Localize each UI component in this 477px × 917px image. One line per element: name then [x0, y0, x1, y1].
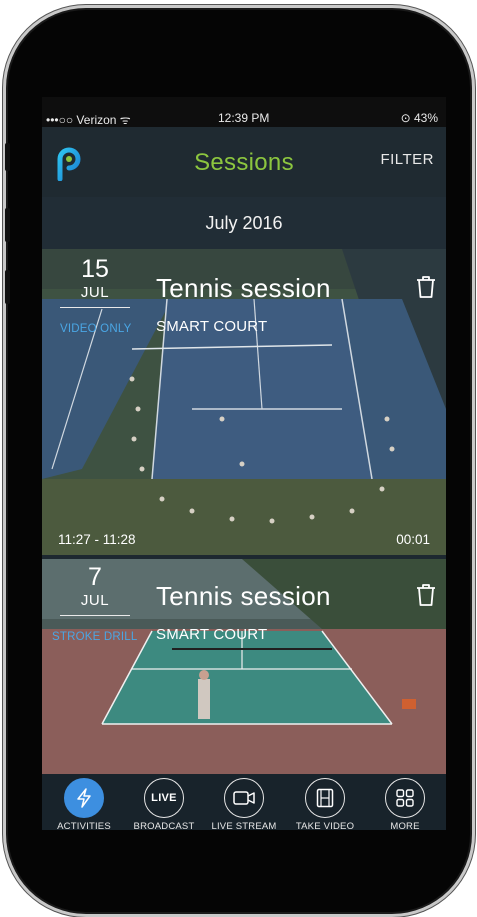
nav-bar: Sessions FILTER: [42, 127, 446, 197]
tab-label: LIVE STREAM: [211, 821, 277, 830]
live-icon-text: LIVE: [151, 792, 177, 804]
filter-button[interactable]: FILTER: [380, 151, 434, 168]
film-icon[interactable]: [305, 778, 345, 818]
tab-label: TAKE VIDEO: [295, 821, 355, 830]
session-title: Tennis session: [156, 581, 331, 611]
volume-down-button: [5, 270, 10, 304]
tab-label: BROADCAST: [133, 821, 195, 830]
tab-activities[interactable]: ACTIVITIES: [44, 774, 124, 830]
date-divider: [60, 615, 130, 616]
app-screen: •••○○ Verizon ᯤ 12:39 PM ⊙ 43% Sessions …: [42, 97, 446, 830]
silent-switch: [5, 143, 10, 171]
live-icon[interactable]: LIVE: [144, 778, 184, 818]
session-month: JUL: [80, 592, 110, 609]
session-card[interactable]: 15 JUL VIDEO ONLY Tennis session SMART C…: [42, 249, 446, 555]
date-divider: [60, 307, 130, 308]
session-duration: 00:01: [396, 532, 430, 547]
section-header: July 2016: [42, 197, 446, 249]
session-card[interactable]: 7 JUL STROKE DRILL Tennis session SMART …: [42, 559, 446, 774]
trash-icon[interactable]: [415, 583, 437, 607]
session-time-range: 11:27 - 11:28: [58, 532, 136, 547]
bottom-tab-bar: ACTIVITIES LIVE BROADCAST LIVE STREAM TA…: [42, 774, 446, 830]
session-subtitle: SMART COURT: [156, 626, 268, 643]
tab-take-video[interactable]: TAKE VIDEO: [285, 774, 365, 830]
tab-broadcast[interactable]: LIVE BROADCAST: [124, 774, 204, 830]
grid-icon[interactable]: [385, 778, 425, 818]
trash-icon[interactable]: [415, 275, 437, 299]
status-bar: •••○○ Verizon ᯤ 12:39 PM ⊙ 43%: [42, 97, 446, 127]
tab-label: MORE: [390, 821, 420, 830]
session-title: Tennis session: [156, 273, 331, 303]
clock-label: 12:39 PM: [218, 111, 270, 125]
battery-label: ⊙ 43%: [400, 111, 438, 125]
session-type-badge: VIDEO ONLY: [60, 323, 132, 335]
volume-up-button: [5, 208, 10, 242]
tab-more[interactable]: MORE: [365, 774, 445, 830]
session-type-badge: STROKE DRILL: [52, 631, 138, 643]
tab-label: ACTIVITIES: [57, 821, 111, 830]
tab-live-stream[interactable]: LIVE STREAM: [204, 774, 284, 830]
session-month: JUL: [80, 284, 110, 301]
lightning-icon[interactable]: [64, 778, 104, 818]
carrier-label: •••○○ Verizon ᯤ: [46, 113, 131, 127]
camera-icon[interactable]: [224, 778, 264, 818]
session-day: 15: [81, 255, 109, 283]
session-day: 7: [88, 563, 102, 591]
session-subtitle: SMART COURT: [156, 318, 268, 335]
